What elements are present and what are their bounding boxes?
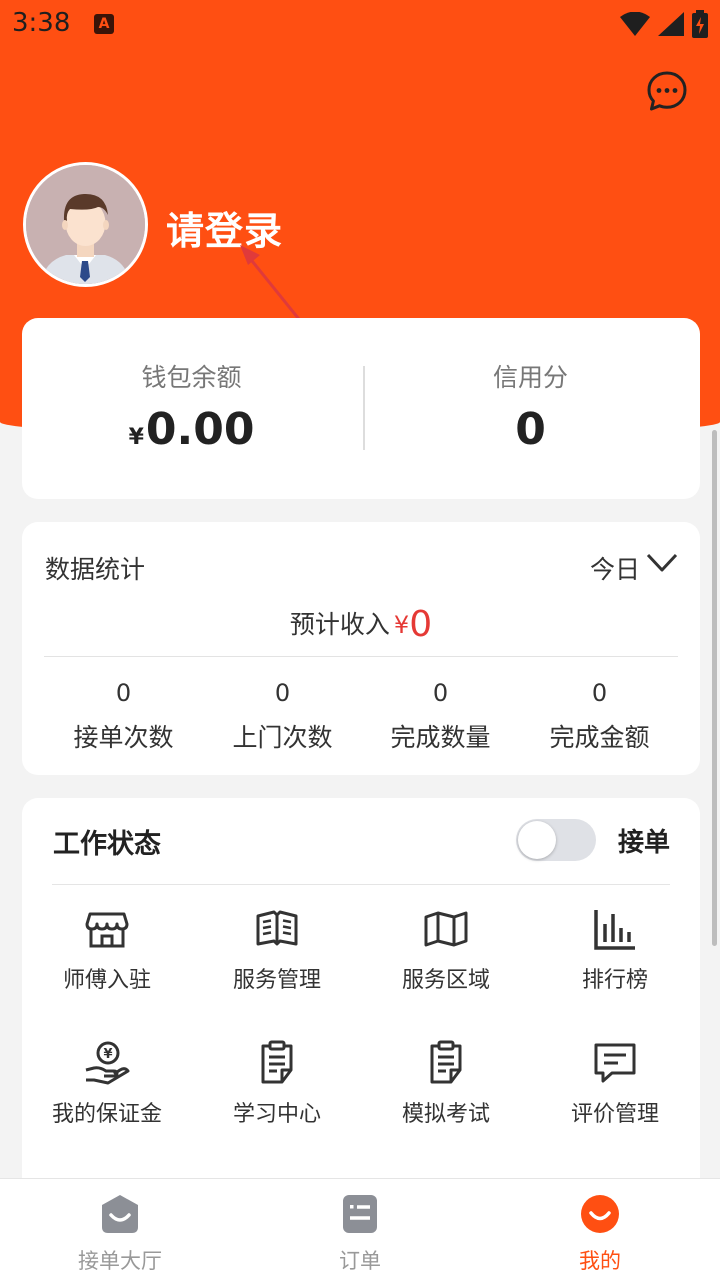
status-time: 3:38 [12, 8, 71, 38]
grid-label: 评价管理 [570, 1102, 659, 1127]
currency-symbol: ¥ [128, 425, 144, 450]
store-icon [85, 912, 129, 948]
estimated-income: 预计收入 ¥0 [22, 604, 700, 645]
metric-completed-amount: 0 完成金额 [520, 678, 679, 754]
grid-label: 服务管理 [232, 968, 321, 993]
chevron-down-icon[interactable] [646, 552, 678, 574]
credit-score[interactable]: 信用分 0 [361, 318, 700, 499]
work-status-card: 工作状态 接单 师傅入驻 服务管理 服务区域 排行榜 ¥ 我的保证金 学习中心 … [22, 798, 700, 1198]
svg-text:¥: ¥ [103, 1047, 112, 1062]
user-avatar-icon [26, 165, 145, 284]
metric-label: 完成金额 [549, 723, 650, 752]
tab-order-hall[interactable]: 接单大厅 [0, 1179, 240, 1280]
income-label: 预计收入 [289, 610, 390, 639]
grid-item-deposit[interactable]: ¥ 我的保证金 [22, 1040, 192, 1128]
tab-orders[interactable]: 订单 [240, 1179, 480, 1280]
work-status-title: 工作状态 [53, 829, 161, 860]
grid-label: 排行榜 [581, 968, 648, 993]
grid-item-ranking[interactable]: 排行榜 [530, 906, 700, 994]
toggle-knob [518, 821, 556, 859]
bar-chart-icon [594, 910, 635, 950]
tab-label: 接单大厅 [78, 1249, 162, 1273]
wallet-balance[interactable]: 钱包余额 ¥0.00 [22, 318, 361, 499]
grid-item-join[interactable]: 师傅入驻 [22, 906, 192, 994]
credit-score-value: 0 [515, 404, 546, 455]
grid-item-service-manage[interactable]: 服务管理 [192, 906, 362, 994]
login-prompt[interactable]: 请登录 [166, 200, 283, 255]
metric-label: 完成数量 [390, 723, 491, 752]
system-icons [620, 10, 708, 38]
metric-visit-count: 0 上门次数 [203, 678, 362, 754]
bottom-tab-bar: 接单大厅 订单 我的 [0, 1178, 720, 1280]
grid-label: 模拟考试 [401, 1102, 490, 1127]
grid-label: 学习中心 [232, 1102, 321, 1127]
divider [44, 656, 678, 657]
grid-label: 师傅入驻 [62, 968, 151, 993]
metric-value: 0 [274, 679, 291, 707]
grid-item-service-area[interactable]: 服务区域 [361, 906, 531, 994]
metric-label: 接单次数 [73, 723, 174, 752]
grid-item-reviews[interactable]: 评价管理 [530, 1040, 700, 1128]
status-bar: 3:38 A [0, 0, 720, 50]
credit-score-label: 信用分 [492, 363, 568, 392]
metric-completed-count: 0 完成数量 [361, 678, 520, 754]
avatar[interactable] [23, 162, 148, 287]
wifi-icon [620, 12, 650, 36]
document-icon [261, 1040, 293, 1084]
metric-value: 0 [432, 679, 449, 707]
balance-amount: 0.00 [145, 404, 255, 455]
profile-icon [581, 1195, 619, 1233]
metric-value: 0 [591, 679, 608, 707]
wallet-balance-value: ¥0.00 [22, 404, 361, 455]
grid-item-mock-exam[interactable]: 模拟考试 [361, 1040, 531, 1128]
grid-label: 我的保证金 [51, 1102, 162, 1127]
divider [52, 884, 670, 885]
accept-orders-toggle[interactable] [516, 819, 596, 861]
message-icon[interactable] [646, 70, 688, 112]
battery-icon [692, 10, 708, 38]
scrollbar[interactable] [712, 430, 717, 946]
stats-title: 数据统计 [45, 555, 146, 584]
income-value: 0 [409, 604, 433, 645]
metric-accept-count: 0 接单次数 [44, 678, 203, 754]
income-currency: ¥ [393, 611, 410, 639]
order-list-icon [343, 1195, 377, 1233]
metric-label: 上门次数 [232, 723, 333, 752]
cell-signal-icon [658, 12, 684, 36]
hall-icon [102, 1195, 138, 1233]
tab-label: 订单 [339, 1249, 381, 1273]
grid-label: 服务区域 [401, 968, 490, 993]
stats-card: 数据统计 今日 预计收入 ¥0 0 接单次数 0 上门次数 0 完成数量 0 完成… [22, 522, 700, 775]
period-selector[interactable]: 今日 [590, 550, 640, 586]
wallet-card: 钱包余额 ¥0.00 信用分 0 [22, 318, 700, 499]
grid-item-learning[interactable]: 学习中心 [192, 1040, 362, 1128]
map-icon [424, 911, 468, 947]
exam-document-icon [430, 1040, 462, 1084]
deposit-hand-icon: ¥ [85, 1041, 130, 1085]
metric-value: 0 [115, 679, 132, 707]
accept-orders-label: 接单 [618, 828, 671, 858]
tab-mine[interactable]: 我的 [480, 1179, 720, 1280]
comment-icon [594, 1043, 636, 1083]
tab-label: 我的 [579, 1249, 621, 1273]
wallet-balance-label: 钱包余额 [141, 363, 242, 392]
notification-app-icon: A [94, 14, 114, 34]
book-icon [256, 910, 298, 946]
